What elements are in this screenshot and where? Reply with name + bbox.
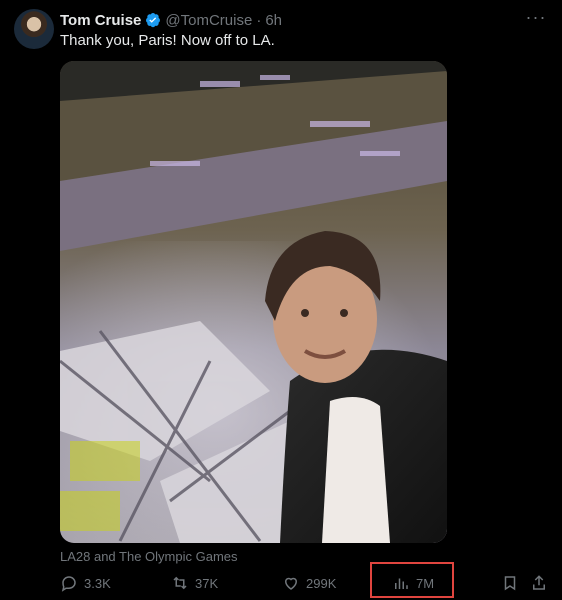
bookmark-icon	[504, 576, 516, 591]
separator-dot: ·	[256, 11, 262, 29]
bookmark-button[interactable]	[501, 566, 519, 600]
repost-icon	[173, 576, 187, 590]
more-options-icon[interactable]: ···	[524, 8, 548, 28]
tweet-header: Tom Cruise @TomCruise · 6h	[60, 10, 282, 30]
reply-button[interactable]: 3.3K	[60, 566, 111, 600]
tweet-text: Thank you, Paris! Now off to LA.	[60, 32, 275, 49]
like-count: 299K	[306, 575, 337, 591]
heart-icon	[284, 577, 298, 590]
avatar[interactable]	[14, 9, 54, 49]
repost-button[interactable]: 37K	[171, 566, 218, 600]
share-button[interactable]	[530, 566, 548, 600]
tweet-image[interactable]	[60, 61, 447, 543]
reply-icon	[61, 576, 76, 592]
author-handle[interactable]: @TomCruise	[165, 12, 252, 29]
views-highlight-box	[370, 562, 454, 598]
verified-badge-icon	[146, 13, 161, 28]
reply-count: 3.3K	[84, 575, 111, 591]
timestamp[interactable]: 6h	[265, 12, 282, 29]
repost-count: 37K	[195, 575, 219, 591]
stadium-selfie-photo	[60, 61, 447, 543]
like-button[interactable]: 299K	[282, 566, 336, 600]
tweet-actions: 3.3K 37K 299K 7M	[60, 566, 552, 600]
author-name[interactable]: Tom Cruise	[60, 12, 141, 29]
media-attribution[interactable]: LA28 and The Olympic Games	[60, 549, 238, 564]
share-icon	[533, 575, 545, 590]
